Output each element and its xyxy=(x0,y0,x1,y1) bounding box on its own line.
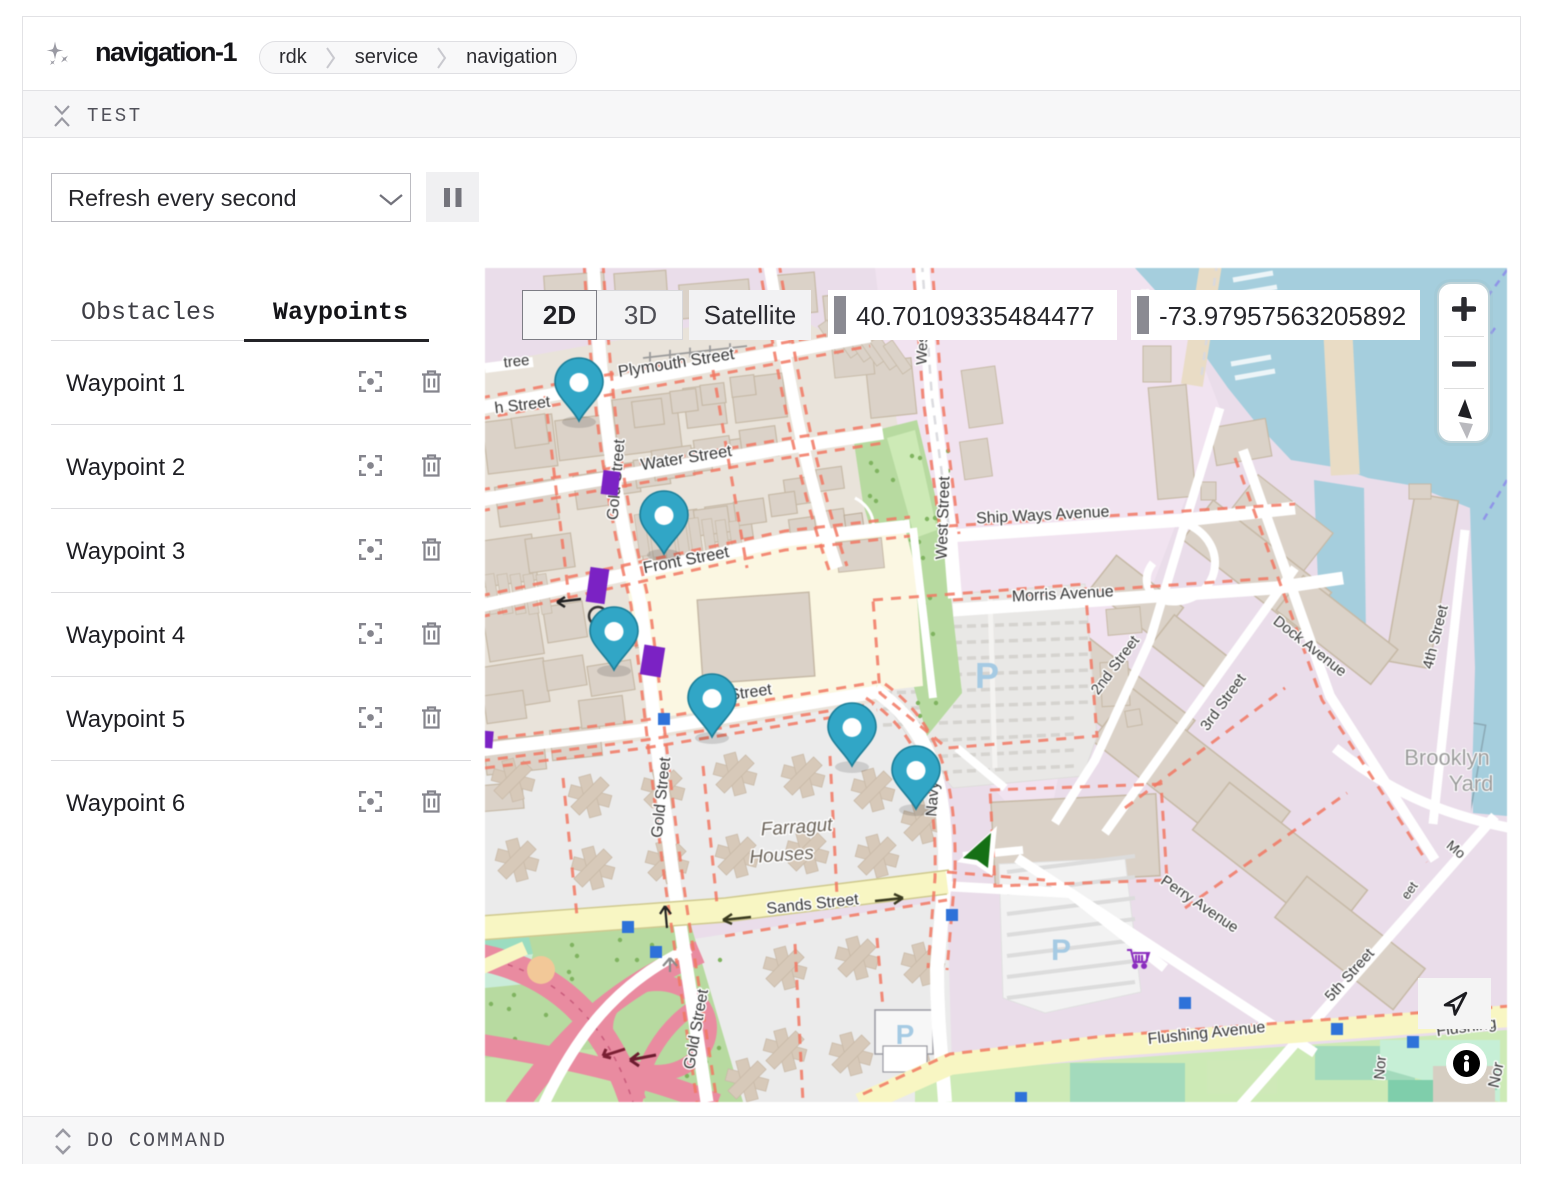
svg-text:Yard: Yard xyxy=(1449,771,1494,796)
svg-text:tree: tree xyxy=(503,352,530,372)
svg-text:Brooklyn: Brooklyn xyxy=(1404,745,1490,770)
svg-text:P: P xyxy=(975,655,999,696)
svg-text:Nor: Nor xyxy=(1371,1055,1390,1081)
svg-text:P: P xyxy=(896,1019,915,1050)
svg-text:P: P xyxy=(1051,934,1071,967)
svg-text:West Street: West Street xyxy=(934,475,954,559)
